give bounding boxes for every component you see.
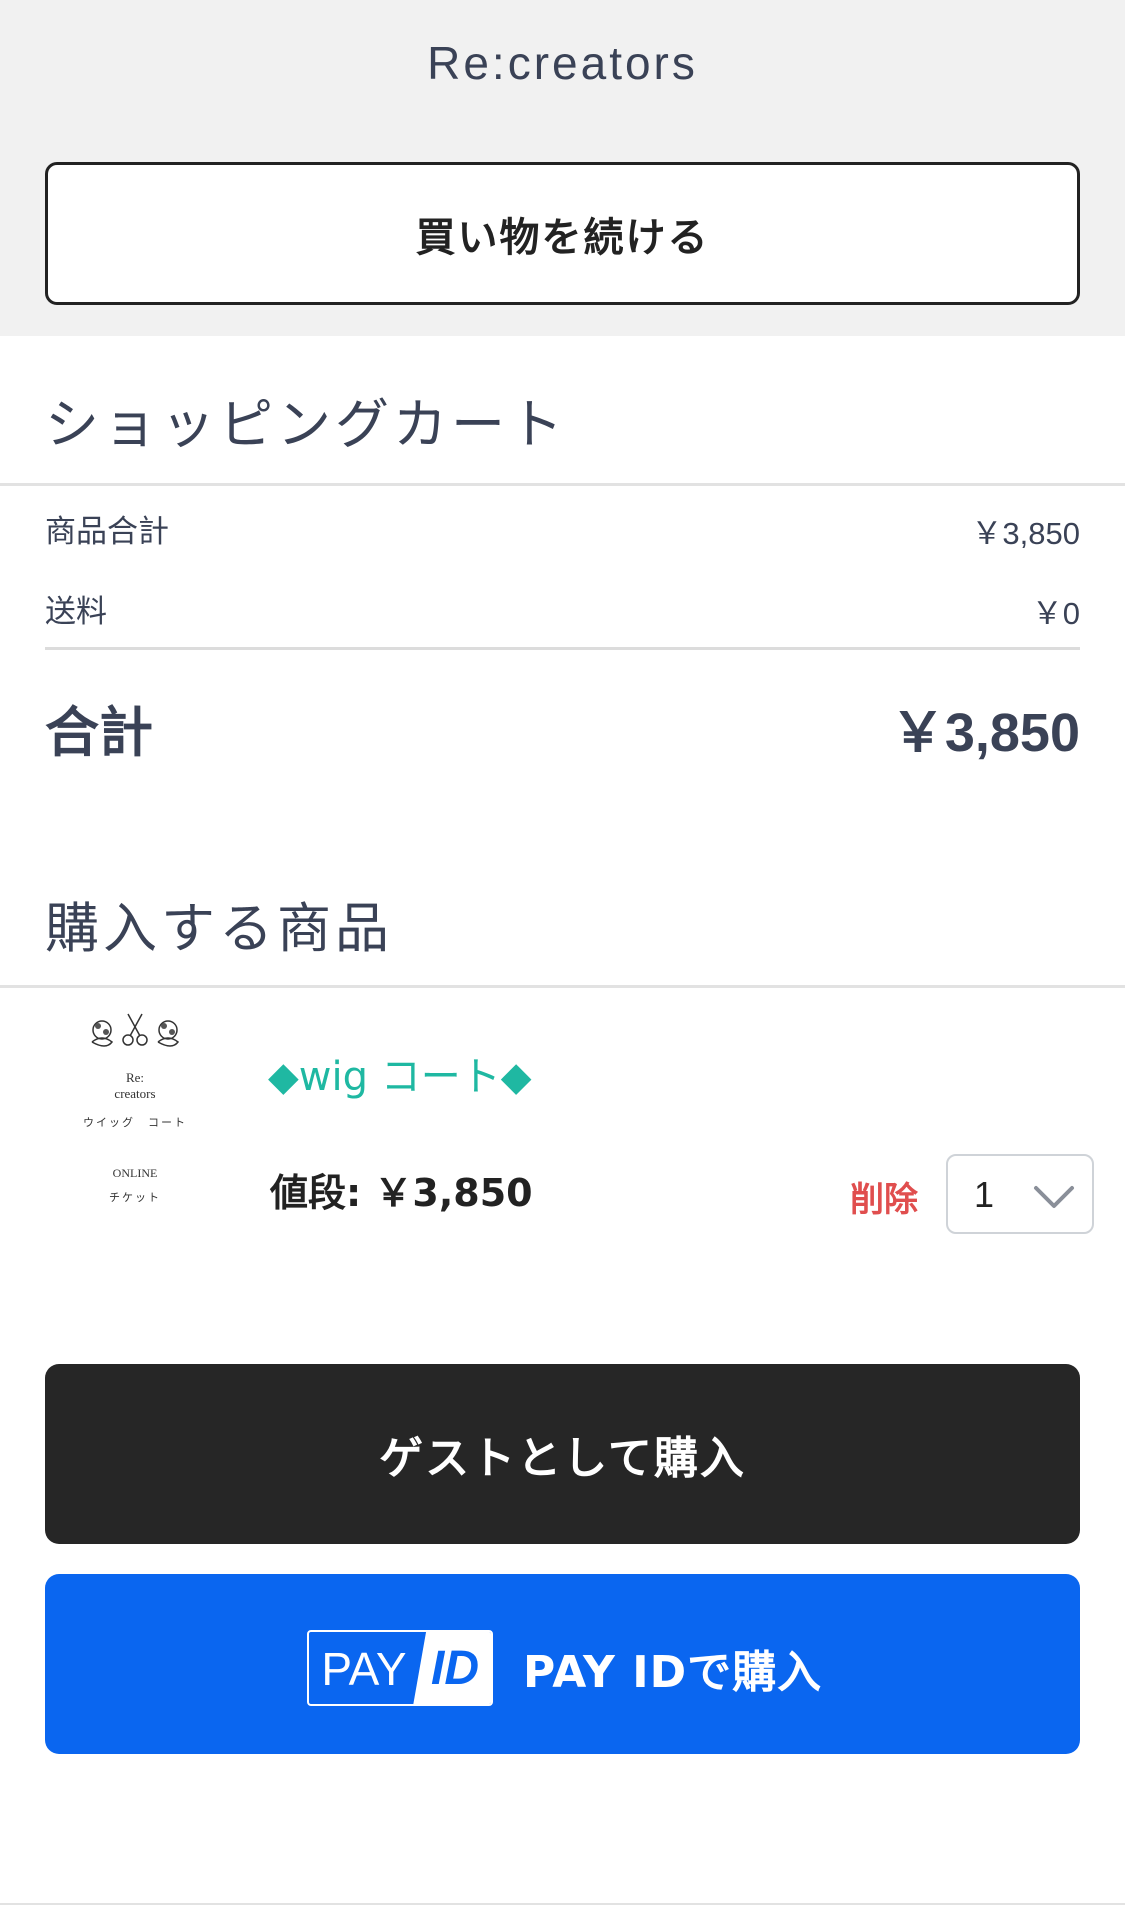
divider [0,1903,1125,1905]
thumb-brand: Re: [125,1070,145,1085]
header: Re:creators 買い物を続ける [0,0,1125,336]
quantity-select[interactable]: 1 [946,1154,1094,1234]
thumb-online: ONLINE [112,1166,158,1180]
payid-logo: PAY ID [307,1630,493,1706]
subtotal-value: ￥3,850 [971,516,1080,551]
total-label: 合計 [45,701,153,764]
thumb-ticket: チケット [109,1192,161,1204]
divider [0,483,1125,486]
payid-label: PAY IDで購入 [523,1647,823,1698]
product-price: 値段: ￥3,850 [270,1171,533,1215]
product-name-link[interactable]: ◆wig コート◆ [268,1044,531,1102]
product-thumbnail[interactable]: Re: creators ウイッグ コート ONLINE チケット [80,1010,190,1210]
divider [0,985,1125,988]
quantity-value: 1 [974,1174,995,1215]
payid-logo-id: ID [431,1642,479,1695]
cart-title: ショッピングカート [45,393,567,456]
shipping-label: 送料 [45,594,107,630]
thumb-brand-sub: creators [114,1086,156,1101]
shipping-value: ￥0 [1031,596,1080,631]
delete-button[interactable]: 削除 [850,1172,918,1221]
store-name: Re:creators [427,37,698,89]
thumb-caption: ウイッグ コート [83,1117,187,1129]
checkout-page: Re:creators 買い物を続ける ショッピングカート 商品合計 ￥3,85… [0,0,1125,1908]
items-title: 購入する商品 [45,897,393,960]
payid-logo-pay: PAY [321,1643,407,1695]
payid-purchase-button[interactable]: PAY ID PAY IDで購入 [45,1574,1080,1754]
scissors-logo-icon [91,1013,180,1047]
continue-shopping-button[interactable]: 買い物を続ける [45,162,1080,305]
chevron-down-icon [1034,1186,1074,1208]
total-value: ￥3,850 [890,703,1080,763]
guest-purchase-button[interactable]: ゲストとして購入 [45,1364,1080,1544]
subtotal-label: 商品合計 [45,514,169,550]
divider [45,647,1080,650]
